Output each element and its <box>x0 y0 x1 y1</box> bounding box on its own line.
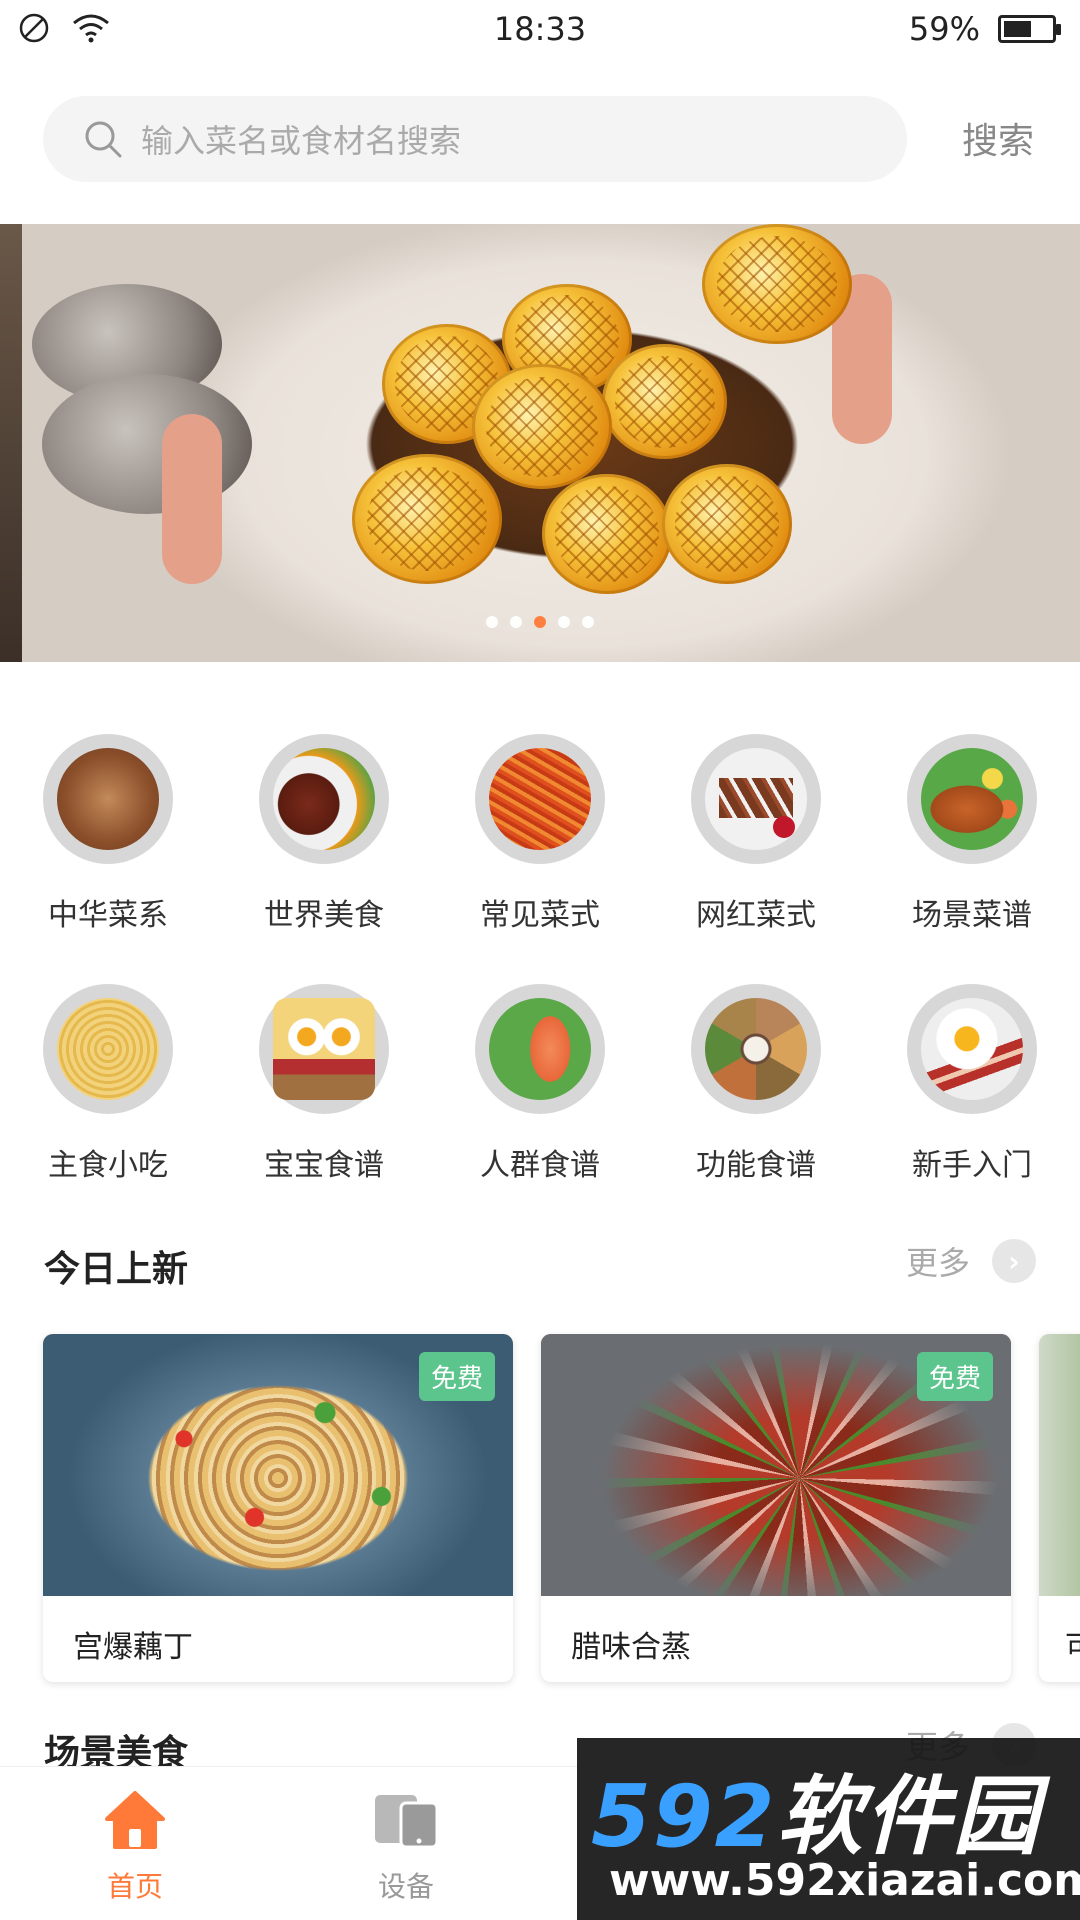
category-staples-snacks[interactable]: 主食小吃 <box>0 984 216 1184</box>
banner-image-braised-abalone[interactable] <box>22 224 1080 662</box>
category-baby-recipes[interactable]: 宝宝食谱 <box>216 984 432 1184</box>
tab-home[interactable]: 首页 <box>65 1789 205 1905</box>
category-common-dishes[interactable]: 常见菜式 <box>432 734 648 934</box>
tab-label: 设备 <box>377 1870 434 1903</box>
tab-devices[interactable]: 设备 <box>336 1789 476 1905</box>
recipe-name: 可 <box>1039 1596 1080 1666</box>
skewers-icon <box>691 734 821 864</box>
pagination-dot[interactable] <box>582 616 594 628</box>
roast-platter-icon <box>907 734 1037 864</box>
category-label: 功能食谱 <box>696 1148 816 1183</box>
abalone-piece <box>352 454 502 584</box>
category-label: 场景菜谱 <box>912 898 1032 933</box>
category-trending-dishes[interactable]: 网红菜式 <box>648 734 864 934</box>
recipe-photo-partial <box>1039 1334 1080 1596</box>
tab-label: 首页 <box>106 1870 163 1903</box>
category-label: 人群食谱 <box>480 1148 600 1183</box>
free-badge: 免费 <box>418 1352 495 1401</box>
category-group-recipes[interactable]: 人群食谱 <box>432 984 648 1184</box>
devices-icon <box>375 1795 439 1849</box>
search-button[interactable]: 搜索 <box>962 112 1034 164</box>
pagination-dot[interactable] <box>510 616 522 628</box>
pagination-dot[interactable] <box>558 616 570 628</box>
search-icon <box>85 121 122 158</box>
abalone-piece <box>702 224 852 344</box>
watermark-logo: 592软件园 www.592xiazai.com <box>577 1738 1080 1920</box>
abalone-piece <box>542 474 672 594</box>
banner-carousel[interactable] <box>0 224 1080 662</box>
recipe-name: 宫爆藕丁 <box>73 1630 193 1665</box>
noodle-bowl-icon <box>43 984 173 1114</box>
home-icon <box>105 1791 165 1849</box>
watermark-brand: 592软件园 <box>591 1746 1041 1871</box>
steak-plate-icon <box>259 734 389 864</box>
category-function-recipes[interactable]: 功能食谱 <box>648 984 864 1184</box>
condiment-tray-icon <box>691 984 821 1114</box>
banner-pagination <box>0 616 1080 628</box>
battery-icon <box>998 15 1061 43</box>
section-title-today-new: 今日上新 <box>44 1249 189 1290</box>
category-label: 常见菜式 <box>480 898 600 933</box>
fried-egg-bacon-icon <box>907 984 1037 1114</box>
free-badge: 免费 <box>916 1352 993 1401</box>
category-label: 中华菜系 <box>48 898 168 933</box>
category-scene-recipes[interactable]: 场景菜谱 <box>864 734 1080 934</box>
pagination-dot[interactable] <box>486 616 498 628</box>
recipe-name: 腊味合蒸 <box>571 1630 691 1665</box>
category-label: 新手入门 <box>912 1148 1032 1183</box>
abalone-piece <box>662 464 792 584</box>
recipe-card[interactable]: 免费 宫爆藕丁 <box>43 1334 513 1682</box>
watermark-brand-text: 软件园 <box>776 1767 1041 1867</box>
watermark-brand-number: 592 <box>591 1767 777 1867</box>
bowl-handle <box>162 414 222 584</box>
category-world-food[interactable]: 世界美食 <box>216 734 432 934</box>
category-beginner[interactable]: 新手入门 <box>864 984 1080 1184</box>
category-label: 网红菜式 <box>696 898 816 933</box>
category-chinese-cuisine[interactable]: 中华菜系 <box>0 734 216 934</box>
status-bar: 18:33 59% <box>0 0 1080 58</box>
recipe-card[interactable]: 免费 腊味合蒸 <box>541 1334 1011 1682</box>
salmon-salad-icon <box>475 984 605 1114</box>
abalone-piece <box>472 364 612 489</box>
category-label: 宝宝食谱 <box>264 1148 384 1183</box>
egg-toast-icon <box>259 984 389 1114</box>
chevron-right-icon: › <box>992 1239 1036 1283</box>
recipe-card-partial[interactable]: 可 <box>1039 1334 1080 1682</box>
steamer-basket-icon <box>43 734 173 864</box>
battery-percent: 59% <box>908 10 980 48</box>
app-screen: 18:33 59% 输入菜名或食材名搜索 搜索 中华菜系 世界美食 常见菜式 网… <box>0 0 1080 1920</box>
recipe-photo-kungpao-lotus: 免费 <box>43 1334 513 1596</box>
category-label: 主食小吃 <box>48 1148 168 1183</box>
banner-prev-slide-peek <box>0 224 22 662</box>
today-new-more-button[interactable]: 更多 › <box>906 1238 1036 1284</box>
more-label: 更多 <box>905 1244 970 1282</box>
recipe-photo-cured-meat-platter: 免费 <box>541 1334 1011 1596</box>
pagination-dot[interactable] <box>534 616 546 628</box>
category-label: 世界美食 <box>264 898 384 933</box>
abalone-piece <box>602 344 727 459</box>
shredded-dish-icon <box>475 734 605 864</box>
watermark-url: www.592xiazai.com <box>609 1855 1080 1906</box>
search-input[interactable]: 输入菜名或食材名搜索 <box>43 96 907 182</box>
search-placeholder: 输入菜名或食材名搜索 <box>141 122 462 160</box>
